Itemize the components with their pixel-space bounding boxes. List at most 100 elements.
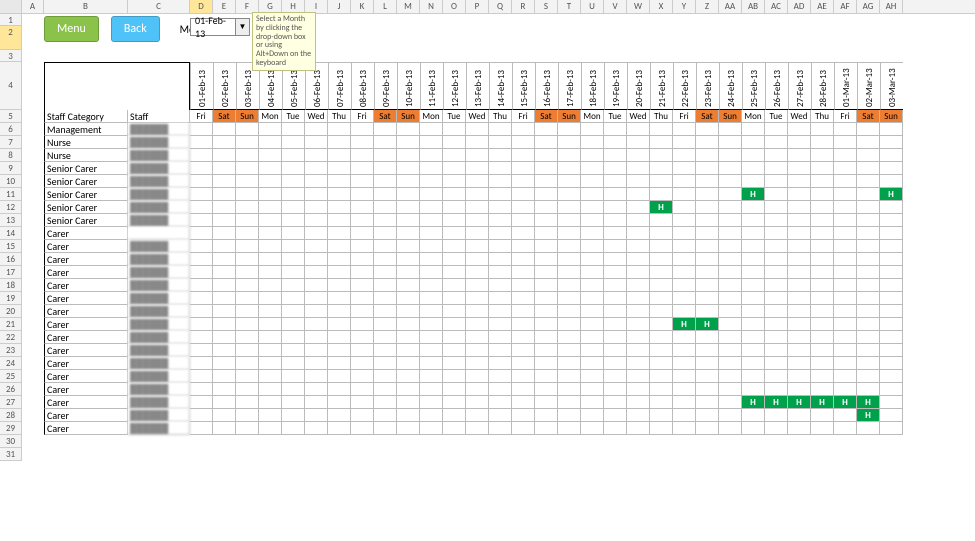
schedule-cell[interactable] [581,279,604,292]
cell-blank[interactable] [351,14,374,26]
schedule-cell[interactable] [351,162,374,175]
row-header-22[interactable]: 22 [0,331,22,344]
schedule-cell[interactable] [236,357,259,370]
schedule-cell[interactable] [696,422,719,435]
schedule-cell[interactable] [420,136,443,149]
row-header-15[interactable]: 15 [0,240,22,253]
schedule-cell[interactable] [282,214,305,227]
schedule-cell[interactable] [213,279,236,292]
schedule-cell[interactable] [512,227,535,240]
schedule-cell[interactable] [581,240,604,253]
schedule-cell[interactable] [328,279,351,292]
schedule-cell[interactable] [788,253,811,266]
schedule-cell[interactable] [443,136,466,149]
schedule-cell[interactable] [604,370,627,383]
schedule-cell[interactable] [374,175,397,188]
cell-blank[interactable] [558,14,581,26]
schedule-cell[interactable] [420,227,443,240]
schedule-cell[interactable] [190,305,213,318]
schedule-cell[interactable] [765,305,788,318]
schedule-cell[interactable] [834,318,857,331]
schedule-cell[interactable]: H [880,188,903,201]
schedule-cell[interactable] [834,136,857,149]
schedule-cell[interactable] [742,240,765,253]
col-header-J[interactable]: J [328,0,351,13]
schedule-cell[interactable] [420,266,443,279]
schedule-cell[interactable]: H [696,318,719,331]
schedule-cell[interactable] [719,305,742,318]
cell-blank[interactable] [397,26,420,50]
schedule-cell[interactable] [397,136,420,149]
schedule-cell[interactable] [305,201,328,214]
schedule-cell[interactable] [604,214,627,227]
schedule-cell[interactable] [604,240,627,253]
schedule-cell[interactable] [190,175,213,188]
schedule-cell[interactable] [420,201,443,214]
schedule-cell[interactable] [765,253,788,266]
schedule-cell[interactable] [788,162,811,175]
col-header-B[interactable]: B [44,0,128,13]
schedule-cell[interactable] [765,136,788,149]
cell-blank[interactable] [719,50,742,62]
row-header-8[interactable]: 8 [0,149,22,162]
schedule-cell[interactable] [259,357,282,370]
schedule-cell[interactable] [282,123,305,136]
schedule-cell[interactable] [742,136,765,149]
schedule-cell[interactable] [788,331,811,344]
schedule-cell[interactable] [374,383,397,396]
col-header-AE[interactable]: AE [811,0,834,13]
row-header-28[interactable]: 28 [0,409,22,422]
schedule-cell[interactable] [259,188,282,201]
schedule-cell[interactable] [765,162,788,175]
schedule-cell[interactable] [213,344,236,357]
schedule-cell[interactable] [696,331,719,344]
schedule-cell[interactable] [420,318,443,331]
schedule-cell[interactable] [420,422,443,435]
schedule-cell[interactable] [512,305,535,318]
schedule-cell[interactable] [650,175,673,188]
schedule-cell[interactable] [443,266,466,279]
schedule-cell[interactable] [305,292,328,305]
schedule-cell[interactable] [512,266,535,279]
schedule-cell[interactable] [489,240,512,253]
schedule-cell[interactable] [374,123,397,136]
schedule-cell[interactable] [673,227,696,240]
schedule-cell[interactable] [351,175,374,188]
back-button[interactable]: Back [111,16,160,42]
schedule-cell[interactable] [719,318,742,331]
schedule-cell[interactable] [535,331,558,344]
cell-blank[interactable] [443,26,466,50]
schedule-cell[interactable] [627,409,650,422]
schedule-cell[interactable] [305,279,328,292]
schedule-cell[interactable] [604,383,627,396]
schedule-cell[interactable] [581,214,604,227]
schedule-cell[interactable] [328,409,351,422]
schedule-cell[interactable] [673,149,696,162]
schedule-cell[interactable] [558,201,581,214]
schedule-cell[interactable] [443,253,466,266]
schedule-cell[interactable] [305,214,328,227]
schedule-cell[interactable] [397,214,420,227]
schedule-cell[interactable] [512,370,535,383]
schedule-cell[interactable] [719,253,742,266]
schedule-cell[interactable]: H [788,396,811,409]
cell-blank[interactable] [489,26,512,50]
schedule-cell[interactable] [512,214,535,227]
schedule-cell[interactable] [811,227,834,240]
cell-blank[interactable] [581,26,604,50]
schedule-cell[interactable] [512,253,535,266]
schedule-cell[interactable] [328,318,351,331]
row-header-29[interactable]: 29 [0,422,22,435]
schedule-cell[interactable] [719,240,742,253]
schedule-cell[interactable] [558,383,581,396]
row-header-2[interactable]: 2 [0,26,22,50]
schedule-cell[interactable] [581,318,604,331]
schedule-cell[interactable] [696,253,719,266]
row-header-18[interactable]: 18 [0,279,22,292]
row-header-24[interactable]: 24 [0,357,22,370]
row-header-20[interactable]: 20 [0,305,22,318]
schedule-cell[interactable] [259,253,282,266]
schedule-cell[interactable] [259,214,282,227]
schedule-cell[interactable] [213,396,236,409]
schedule-cell[interactable] [604,331,627,344]
